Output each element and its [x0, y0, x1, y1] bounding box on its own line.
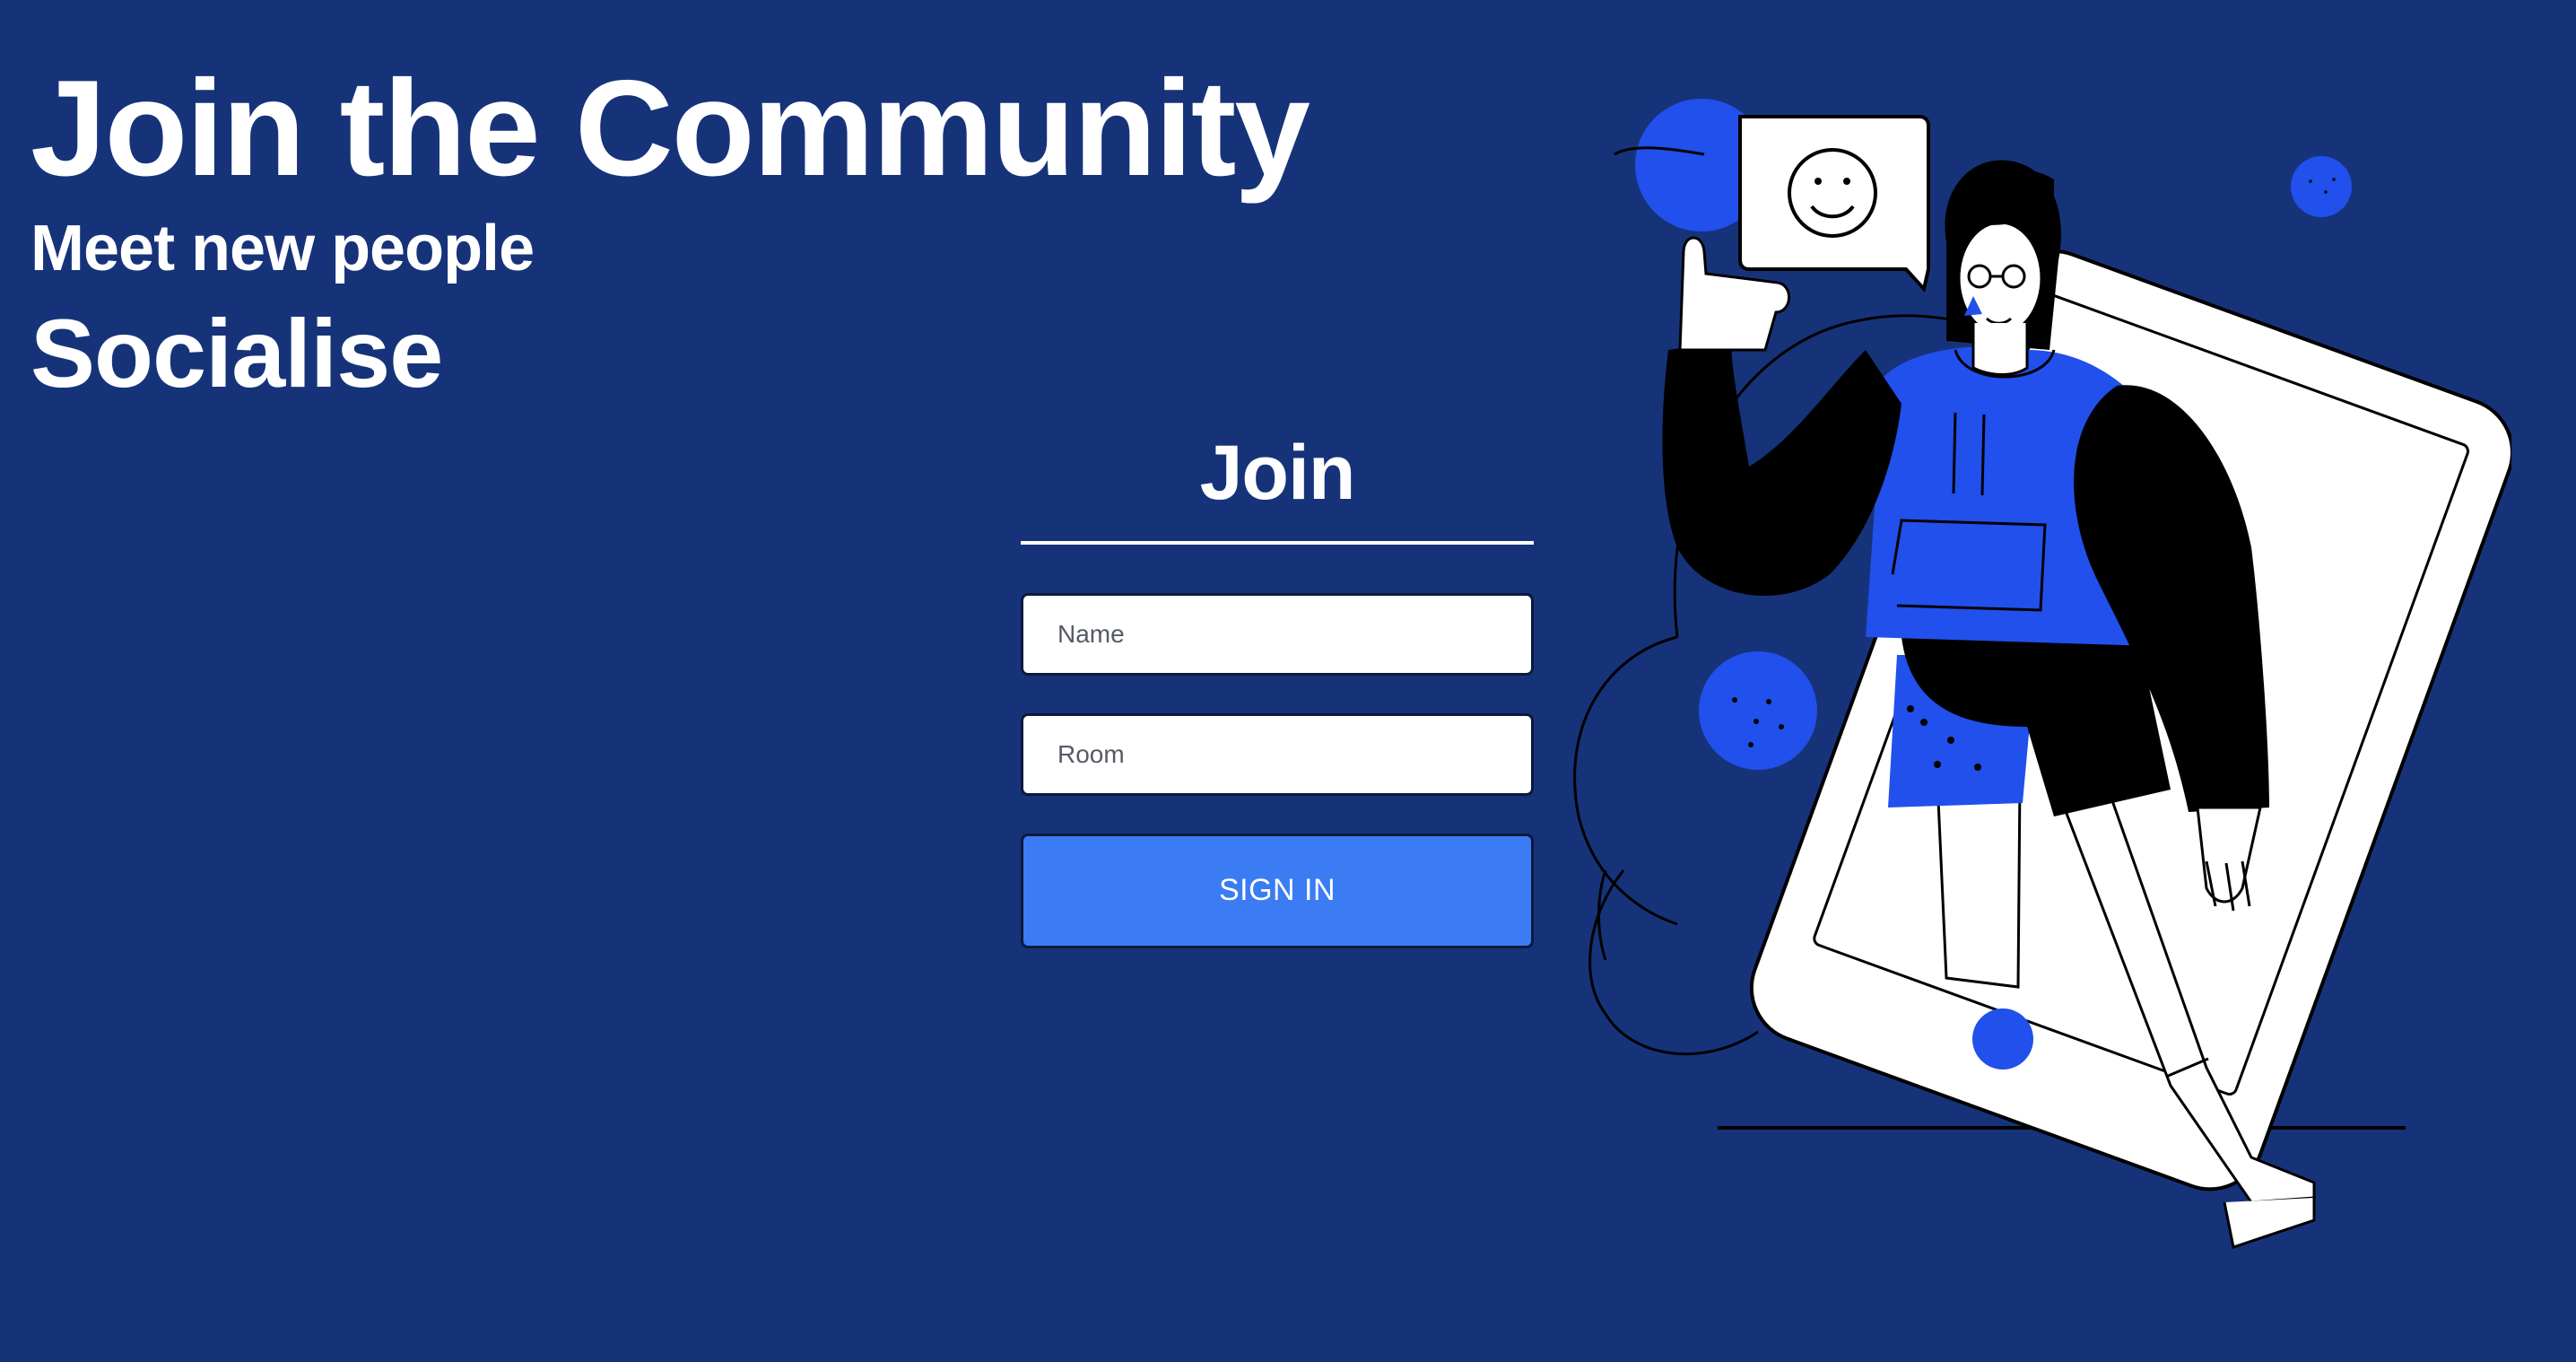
heading-divider	[1021, 540, 1534, 545]
hero-subtitle: Meet new people	[30, 213, 535, 285]
join-form: Join SIGN IN	[1021, 431, 1534, 948]
person-stepping-out-of-phone-illustration	[1525, 81, 2514, 1265]
join-heading: Join	[1199, 430, 1356, 516]
sign-in-button[interactable]: SIGN IN	[1021, 833, 1534, 948]
room-input[interactable]	[1021, 712, 1534, 796]
smiley-face-icon	[1738, 115, 1930, 293]
hero-tagline: Socialise	[30, 299, 443, 408]
hero-title: Join the Community	[30, 52, 1310, 205]
hero-section: Join the Community Meet new people Socia…	[30, 52, 1310, 408]
name-input[interactable]	[1021, 592, 1534, 676]
